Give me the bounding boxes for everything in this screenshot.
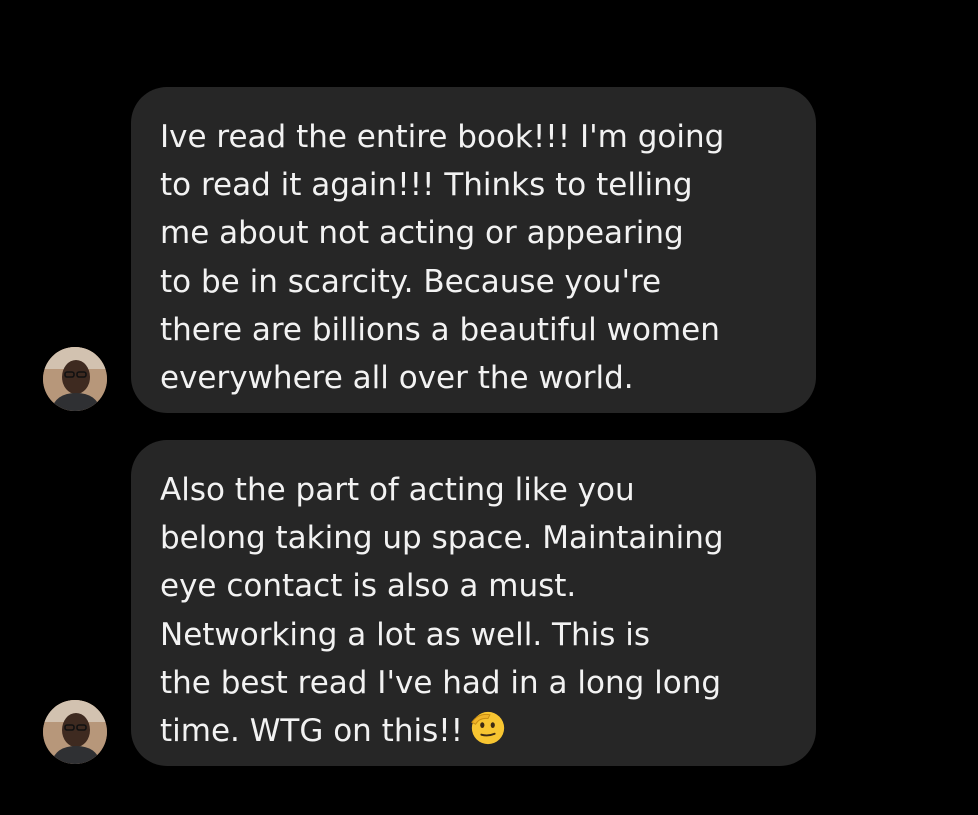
message-text-line: there are billions a beautiful women bbox=[160, 311, 720, 348]
message-text-line: the best read I've had in a long long bbox=[160, 664, 722, 701]
saluting-face-emoji-icon bbox=[471, 711, 505, 745]
message-text-line: to be in scarcity. Because you're bbox=[160, 263, 662, 300]
message-bubble[interactable]: Ive read the entire book!!! I'm going to… bbox=[131, 87, 816, 413]
message-text-line: to read it again!!! Thinks to telling bbox=[160, 167, 693, 204]
message-text: time. WTG on this!! bbox=[160, 713, 464, 750]
sender-avatar[interactable] bbox=[43, 700, 107, 764]
avatar-photo-icon bbox=[43, 347, 107, 411]
avatar-photo-icon bbox=[43, 700, 107, 764]
message-text-line: Also the part of acting like you bbox=[160, 472, 635, 508]
message-text-line: Ive read the entire book!!! I'm going bbox=[160, 119, 725, 155]
message-text-line: Networking a lot as well. This is bbox=[160, 616, 650, 653]
chat-thread: Ive read the entire book!!! I'm going to… bbox=[0, 0, 978, 815]
message-text-line-last: time. WTG on this!! bbox=[160, 707, 786, 755]
message-text-line: me about not acting or appearing bbox=[160, 215, 684, 252]
sender-avatar[interactable] bbox=[43, 347, 107, 411]
message-text-line: eye contact is also a must. bbox=[160, 568, 577, 605]
message-bubble[interactable]: Also the part of acting like you belong … bbox=[131, 440, 816, 766]
message-text-line: everywhere all over the world. bbox=[160, 360, 634, 397]
message-text-line: belong taking up space. Maintaining bbox=[160, 520, 724, 557]
